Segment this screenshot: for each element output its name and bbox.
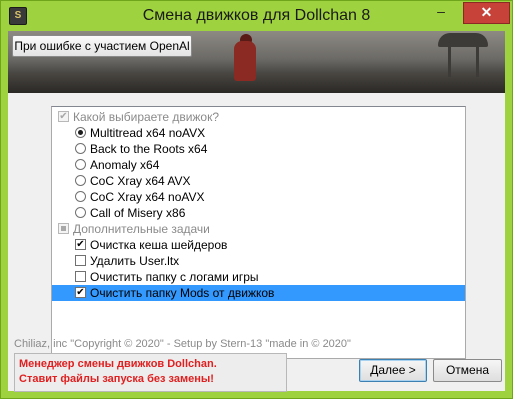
next-button[interactable]: Далее > <box>359 359 427 382</box>
task-label: Очистить папку Mods от движков <box>90 286 275 300</box>
engine-group-checkbox[interactable] <box>58 111 69 122</box>
warning-box: Менеджер смены движков Dollchan. Ставит … <box>14 353 287 392</box>
tower-leg <box>476 47 479 77</box>
engine-option-row[interactable]: Anomaly x64 <box>52 157 465 173</box>
stalker-figure-graphic <box>234 41 256 81</box>
header-banner: При ошибке с участием OpenAl <box>8 31 505 93</box>
engine-option-label: Call of Misery x86 <box>90 206 186 220</box>
tasks-group-row[interactable]: Дополнительные задачи <box>52 221 465 237</box>
task-label: Очистить папку с логами игры <box>90 270 259 284</box>
engine-radio[interactable] <box>75 127 86 138</box>
engine-option-label: Multitread x64 noAVX <box>90 126 206 140</box>
task-row[interactable]: Очистить папку с логами игры <box>52 269 465 285</box>
engine-option-row[interactable]: Multitread x64 noAVX <box>52 125 465 141</box>
engine-radio[interactable] <box>75 207 86 218</box>
engine-group-row[interactable]: Какой выбираете движок? <box>52 109 465 125</box>
engine-radio[interactable] <box>75 143 86 154</box>
task-checkbox[interactable] <box>75 255 86 266</box>
task-checkbox[interactable] <box>75 239 86 250</box>
minimize-button[interactable]: – <box>428 2 454 22</box>
task-row[interactable]: Удалить User.ltx <box>52 253 465 269</box>
title-bar[interactable]: S Смена движков для Dollchan 8 – □ ✕ <box>1 1 512 31</box>
tasks-group-checkbox[interactable] <box>58 223 69 234</box>
task-checkbox[interactable] <box>75 271 86 282</box>
engine-option-label: Back to the Roots x64 <box>90 142 208 156</box>
engine-option-row[interactable]: CoC Xray x64 noAVX <box>52 189 465 205</box>
engine-radio[interactable] <box>75 175 86 186</box>
close-button[interactable]: ✕ <box>463 2 510 24</box>
engine-option-label: CoC Xray x64 noAVX <box>90 190 205 204</box>
openal-fix-button[interactable]: При ошибке с участием OpenAl <box>12 35 192 57</box>
engine-option-row[interactable]: CoC Xray x64 AVX <box>52 173 465 189</box>
engine-option-row[interactable]: Back to the Roots x64 <box>52 141 465 157</box>
installer-window: S Смена движков для Dollchan 8 – □ ✕ При… <box>0 0 513 399</box>
tower-leg <box>448 47 451 77</box>
engine-group-label: Какой выбираете движок? <box>73 110 220 124</box>
task-row[interactable]: Очистка кеша шейдеров <box>52 237 465 253</box>
copyright-text: Chiliaz, inc "Copyright © 2020" - Setup … <box>14 338 351 350</box>
engine-radio[interactable] <box>75 159 86 170</box>
task-label: Удалить User.ltx <box>90 254 180 268</box>
task-row-selected[interactable]: Очистить папку Mods от движков <box>52 285 465 301</box>
tasks-group-label: Дополнительные задачи <box>73 222 210 236</box>
engine-option-row[interactable]: Call of Misery x86 <box>52 205 465 221</box>
cancel-button[interactable]: Отмена <box>433 359 502 382</box>
engine-option-label: CoC Xray x64 AVX <box>90 174 191 188</box>
tower-graphic <box>438 33 488 47</box>
banner-ground <box>8 73 505 93</box>
components-tree[interactable]: Какой выбираете движок? Multitread x64 n… <box>51 106 466 359</box>
dialog-client-area: При ошибке с участием OpenAl Какой выбир… <box>8 31 505 392</box>
engine-option-label: Anomaly x64 <box>90 158 160 172</box>
warning-line-2: Ставит файлы запуска без замены! <box>19 373 214 385</box>
task-checkbox[interactable] <box>75 287 86 298</box>
task-label: Очистка кеша шейдеров <box>90 238 228 252</box>
engine-radio[interactable] <box>75 191 86 202</box>
warning-line-1: Менеджер смены движков Dollchan. <box>19 358 217 370</box>
